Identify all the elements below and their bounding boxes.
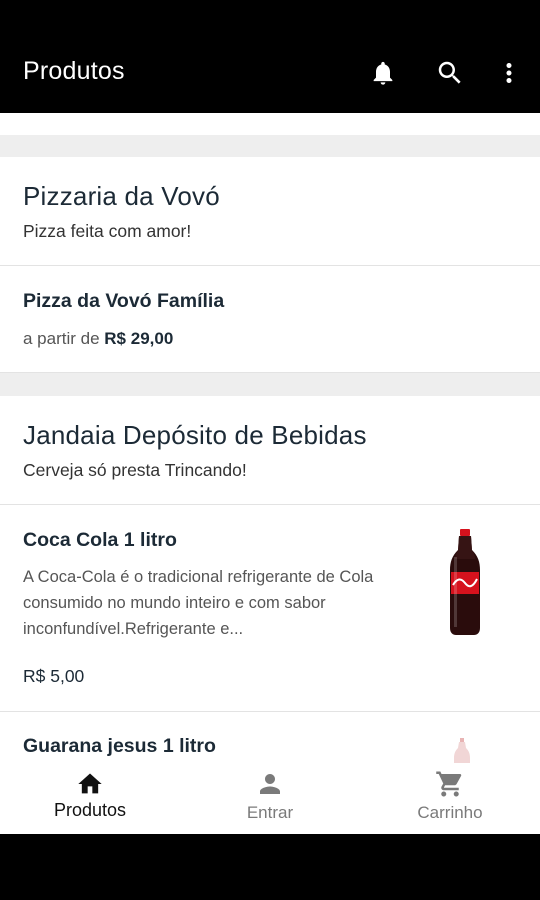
- coca-cola-bottle-image: [450, 529, 480, 635]
- product-card[interactable]: Coca Cola 1 litro A Coca-Cola é o tradic…: [0, 505, 540, 712]
- store-description: Cerveja só presta Trincando!: [23, 460, 247, 480]
- page-title: Produtos: [23, 57, 125, 85]
- bell-icon: [373, 61, 393, 85]
- nav-label: Produtos: [53, 800, 127, 820]
- nav-label: Carrinho: [417, 803, 483, 822]
- store-header[interactable]: Pizzaria da Vovó Pizza feita com amor!: [0, 157, 540, 266]
- bottom-navigation: Produtos Entrar Carrinho: [0, 763, 540, 834]
- search-icon: [438, 61, 461, 84]
- system-navigation-bar: [0, 834, 540, 900]
- search-button[interactable]: [434, 56, 466, 90]
- home-icon: [78, 773, 102, 794]
- store-header[interactable]: Jandaia Depósito de Bebidas Cerveja só p…: [0, 396, 540, 505]
- section-divider: [0, 135, 540, 157]
- notifications-button[interactable]: [367, 56, 399, 90]
- previous-item-remnant: [0, 113, 540, 135]
- product-card[interactable]: Guarana jesus 1 litro: [0, 712, 540, 763]
- product-price: R$ 5,00: [23, 666, 85, 686]
- guarana-bottle-image: [454, 738, 470, 763]
- cart-icon: [436, 771, 462, 797]
- more-vert-icon: [506, 63, 512, 83]
- product-list[interactable]: Pizzaria da Vovó Pizza feita com amor! P…: [0, 113, 540, 763]
- nav-label: Entrar: [246, 803, 294, 822]
- nav-item-entrar[interactable]: Entrar: [180, 763, 360, 834]
- nav-item-produtos[interactable]: Produtos: [0, 763, 180, 834]
- app-bar: Produtos: [0, 0, 540, 113]
- product-card[interactable]: Pizza da Vovó Família a partir de R$ 29,…: [0, 266, 540, 373]
- store-name: Jandaia Depósito de Bebidas: [23, 420, 367, 450]
- product-name: Pizza da Vovó Família: [23, 290, 225, 312]
- store-description: Pizza feita com amor!: [23, 221, 192, 241]
- price-prefix: a partir de: [23, 329, 100, 348]
- product-name: Guarana jesus 1 litro: [23, 735, 216, 757]
- product-description: A Coca-Cola é o tradicional refrigerante…: [23, 568, 374, 638]
- product-price-line: a partir de R$ 29,00: [23, 329, 173, 349]
- section-divider: [0, 373, 540, 396]
- person-icon: [260, 774, 280, 794]
- product-name: Coca Cola 1 litro: [23, 529, 177, 551]
- store-name: Pizzaria da Vovó: [23, 181, 220, 211]
- product-price: R$ 29,00: [104, 329, 174, 348]
- more-options-button[interactable]: [493, 56, 525, 90]
- nav-item-carrinho[interactable]: Carrinho: [360, 763, 540, 834]
